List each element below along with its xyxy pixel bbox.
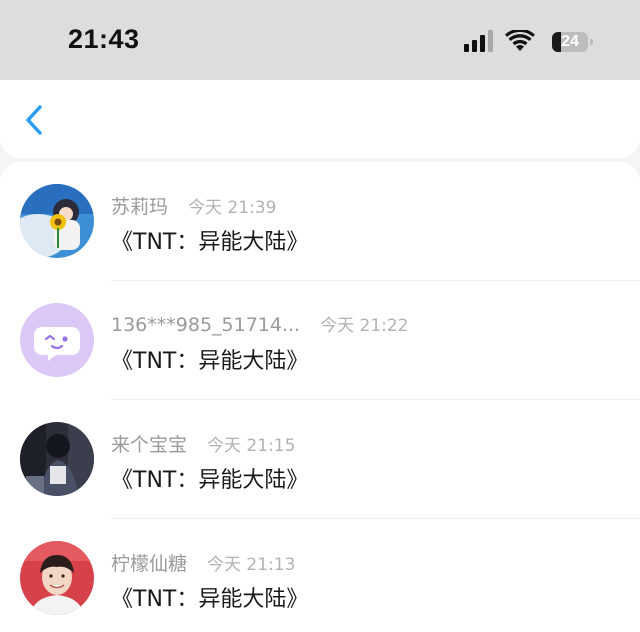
comment-time: 今天 21:39 [188, 198, 277, 218]
default-chat-bubble-avatar [20, 303, 94, 377]
list-item[interactable]: 苏莉玛 今天 21:39 《TNT：异能大陆》 [0, 162, 640, 281]
avatar[interactable] [20, 541, 94, 615]
comment-time: 今天 21:13 [207, 555, 296, 575]
user-name[interactable]: 苏莉玛 [111, 192, 168, 219]
comment-time: 今天 21:22 [320, 316, 409, 336]
back-button[interactable] [16, 102, 52, 138]
comment-message: 《TNT：异能大陆》 [111, 230, 309, 255]
nav-bar [0, 80, 640, 158]
avatar[interactable] [20, 422, 94, 496]
status-bar: 21:43 24 [0, 0, 640, 80]
comment-meta: 来个宝宝 今天 21:15 [111, 430, 295, 456]
status-time: 21:43 [68, 24, 140, 54]
comment-meta: 苏莉玛 今天 21:39 [111, 192, 276, 218]
chevron-left-icon [26, 105, 42, 135]
avatar[interactable] [20, 303, 94, 377]
comment-meta: 136***985_51714... 今天 21:22 [111, 311, 409, 337]
user-name[interactable]: 来个宝宝 [111, 430, 187, 457]
comment-time: 今天 21:15 [207, 436, 296, 456]
signal-icon [464, 30, 493, 52]
avatar[interactable] [20, 184, 94, 258]
battery-icon: 24 [552, 32, 593, 52]
user-name[interactable]: 136***985_51714... [111, 314, 300, 336]
list-item[interactable]: 来个宝宝 今天 21:15 《TNT：异能大陆》 [0, 400, 640, 519]
smiling-boy-photo-avatar [20, 541, 94, 615]
comment-list: 苏莉玛 今天 21:39 《TNT：异能大陆》 136***985_51714.… [0, 162, 640, 632]
comment-message: 《TNT：异能大陆》 [111, 468, 309, 493]
comment-meta: 柠檬仙糖 今天 21:13 [111, 549, 295, 575]
dark-photo-avatar [20, 422, 94, 496]
list-item[interactable]: 柠檬仙糖 今天 21:13 《TNT：异能大陆》 [0, 519, 640, 632]
wifi-icon [505, 30, 535, 51]
comment-message: 《TNT：异能大陆》 [111, 587, 309, 612]
list-item[interactable]: 136***985_51714... 今天 21:22 《TNT：异能大陆》 [0, 281, 640, 400]
anime-girl-sunflower-avatar [20, 184, 94, 258]
battery-level: 24 [561, 33, 579, 50]
comment-message: 《TNT：异能大陆》 [111, 349, 309, 374]
user-name[interactable]: 柠檬仙糖 [111, 549, 187, 576]
